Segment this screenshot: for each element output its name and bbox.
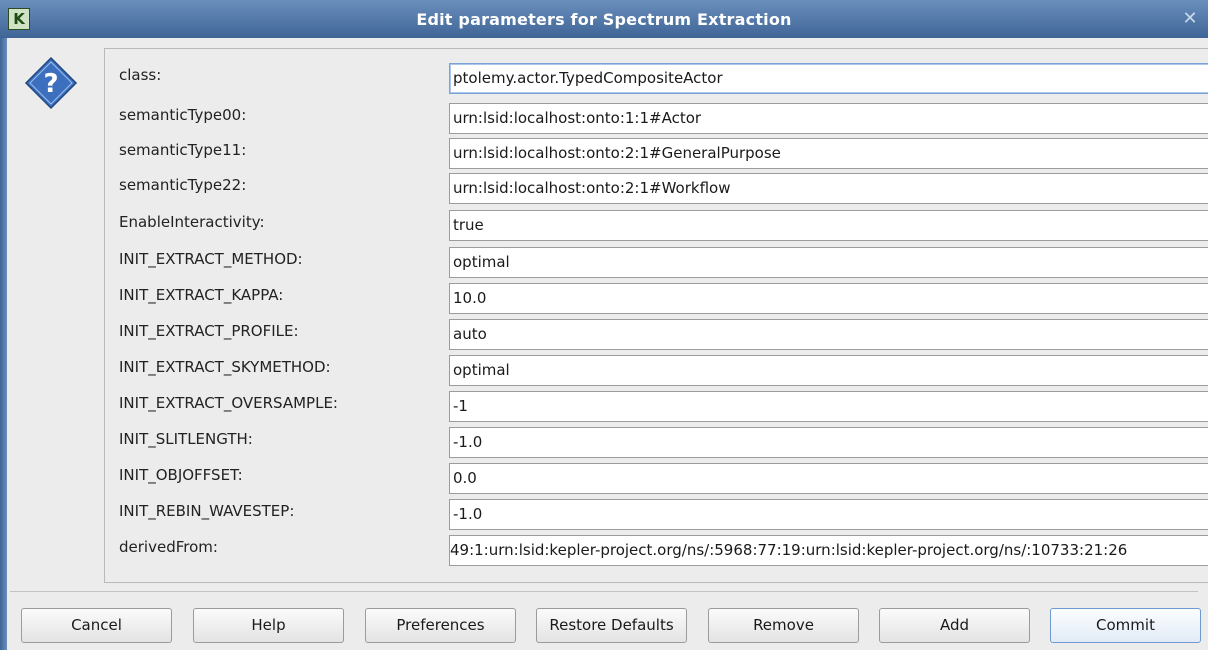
param-input-derivedfrom[interactable]: 49:1:urn:lsid:kepler-project.org/ns/:596…	[449, 535, 1208, 566]
question-diamond-icon: ?	[24, 56, 78, 110]
param-input-enableinteractivity[interactable]: true	[449, 210, 1208, 241]
param-row-init-extract-profile: INIT_EXTRACT_PROFILE: auto	[119, 319, 1208, 351]
param-label: INIT_REBIN_WAVESTEP:	[119, 502, 295, 520]
param-label: INIT_EXTRACT_PROFILE:	[119, 322, 299, 340]
param-row-init-extract-kappa: INIT_EXTRACT_KAPPA: 10.0	[119, 283, 1208, 315]
param-row-init-extract-oversample: INIT_EXTRACT_OVERSAMPLE: -1	[119, 391, 1208, 423]
param-input-init-extract-profile[interactable]: auto	[449, 319, 1208, 350]
param-row-init-extract-method: INIT_EXTRACT_METHOD: optimal	[119, 247, 1208, 279]
param-row-derivedfrom: derivedFrom: 49:1:urn:lsid:kepler-projec…	[119, 535, 1208, 567]
param-input-class[interactable]: ptolemy.actor.TypedCompositeActor	[449, 63, 1208, 94]
param-row-init-extract-skymethod: INIT_EXTRACT_SKYMETHOD: optimal	[119, 355, 1208, 387]
restore-defaults-button[interactable]: Restore Defaults	[536, 608, 687, 643]
param-input-init-objoffset[interactable]: 0.0	[449, 463, 1208, 494]
param-input-init-slitlength[interactable]: -1.0	[449, 427, 1208, 458]
param-row-init-objoffset: INIT_OBJOFFSET: 0.0	[119, 463, 1208, 495]
param-label: INIT_OBJOFFSET:	[119, 466, 243, 484]
title-bar: K Edit parameters for Spectrum Extractio…	[0, 0, 1208, 38]
param-row-semantictype11: semanticType11: urn:lsid:localhost:onto:…	[119, 138, 1208, 170]
commit-button[interactable]: Commit	[1050, 608, 1201, 643]
param-label: INIT_EXTRACT_SKYMETHOD:	[119, 358, 331, 376]
preferences-button[interactable]: Preferences	[365, 608, 516, 643]
close-icon[interactable]: ✕	[1180, 9, 1200, 29]
parameters-panel: class: ptolemy.actor.TypedCompositeActor…	[104, 48, 1208, 583]
param-label: EnableInteractivity:	[119, 213, 265, 231]
param-row-init-rebin-wavestep: INIT_REBIN_WAVESTEP: -1.0	[119, 499, 1208, 531]
param-label: INIT_EXTRACT_OVERSAMPLE:	[119, 394, 338, 412]
param-label: semanticType11:	[119, 141, 247, 159]
param-row-enableinteractivity: EnableInteractivity: true	[119, 210, 1208, 242]
param-row-init-slitlength: INIT_SLITLENGTH: -1.0	[119, 427, 1208, 459]
param-input-init-extract-method[interactable]: optimal	[449, 247, 1208, 278]
window-title: Edit parameters for Spectrum Extraction	[416, 9, 792, 29]
cancel-button[interactable]: Cancel	[21, 608, 172, 643]
param-label: derivedFrom:	[119, 538, 218, 556]
param-label: INIT_EXTRACT_METHOD:	[119, 250, 303, 268]
param-input-semantictype00[interactable]: urn:lsid:localhost:onto:1:1#Actor	[449, 103, 1208, 134]
separator	[10, 591, 1198, 592]
param-row-class: class: ptolemy.actor.TypedCompositeActor	[119, 63, 1208, 95]
param-label: semanticType22:	[119, 176, 247, 194]
param-input-semantictype11[interactable]: urn:lsid:localhost:onto:2:1#GeneralPurpo…	[449, 138, 1208, 169]
param-input-init-extract-kappa[interactable]: 10.0	[449, 283, 1208, 314]
remove-button[interactable]: Remove	[708, 608, 859, 643]
param-row-semantictype22: semanticType22: urn:lsid:localhost:onto:…	[119, 173, 1208, 205]
param-row-semantictype00: semanticType00: urn:lsid:localhost:onto:…	[119, 103, 1208, 135]
param-label: class:	[119, 66, 162, 84]
param-label: INIT_EXTRACT_KAPPA:	[119, 286, 284, 304]
svg-text:?: ?	[43, 69, 58, 99]
kepler-app-icon[interactable]: K	[8, 8, 30, 30]
param-input-semantictype22[interactable]: urn:lsid:localhost:onto:2:1#Workflow	[449, 173, 1208, 204]
param-input-init-rebin-wavestep[interactable]: -1.0	[449, 499, 1208, 530]
param-label: semanticType00:	[119, 106, 247, 124]
window-frame	[0, 38, 7, 650]
param-input-init-extract-skymethod[interactable]: optimal	[449, 355, 1208, 386]
param-label: INIT_SLITLENGTH:	[119, 430, 253, 448]
param-input-init-extract-oversample[interactable]: -1	[449, 391, 1208, 422]
add-button[interactable]: Add	[879, 608, 1030, 643]
help-button[interactable]: Help	[193, 608, 344, 643]
